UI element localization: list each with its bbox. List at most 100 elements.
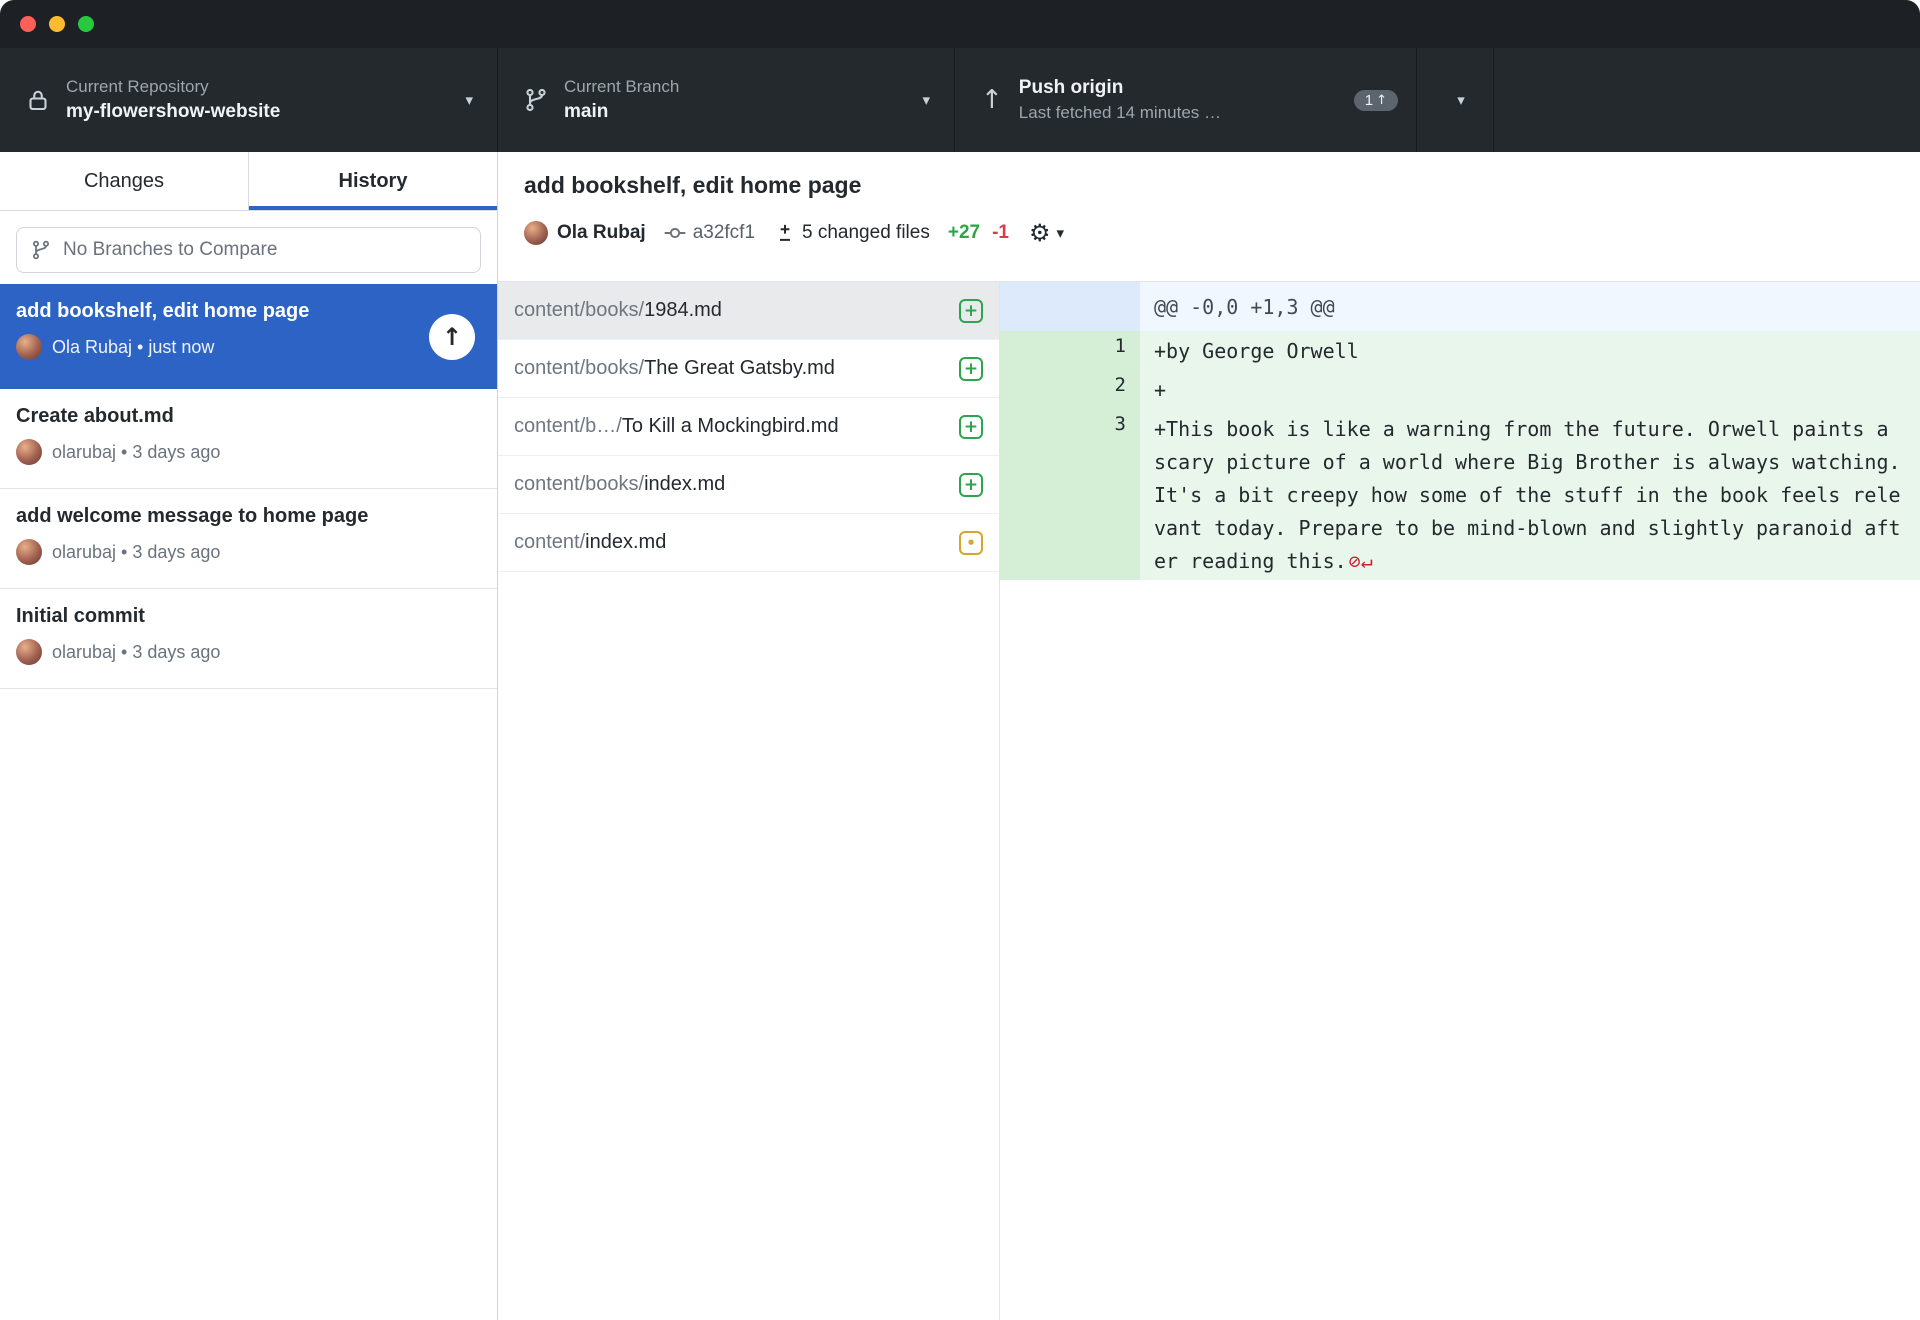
branch-compare-input[interactable]: No Branches to Compare: [16, 227, 481, 273]
commit-title: Create about.md: [16, 405, 427, 428]
deletions-count: -1: [992, 222, 1009, 244]
file-dir: content/books/: [514, 473, 644, 495]
gear-icon: ⚙: [1029, 219, 1051, 247]
push-origin-title: Push origin: [1019, 77, 1344, 99]
git-commit-icon: [664, 222, 686, 244]
file-row[interactable]: content/books/The Great Gatsby.md +: [498, 340, 999, 398]
diff-line-added: 2 +: [1000, 370, 1920, 409]
arrow-up-icon: ↑: [442, 323, 462, 351]
file-added-icon: +: [959, 473, 983, 497]
push-origin-button[interactable]: ↑ Push origin Last fetched 14 minutes … …: [955, 48, 1417, 152]
unpushed-count-badge: 1 ↑: [1354, 90, 1398, 111]
file-name: The Great Gatsby.md: [644, 357, 835, 379]
file-dir: content/books/: [514, 299, 644, 321]
git-branch-icon: [31, 240, 51, 260]
commit-list-item[interactable]: Initial commit olarubaj • 3 days ago: [0, 589, 497, 689]
diff-line-text: +: [1140, 370, 1920, 409]
zoom-window-button[interactable]: [78, 16, 94, 32]
changed-files-list: content/books/1984.md + content/books/Th…: [498, 282, 1000, 1320]
toolbar-empty-space: [1494, 48, 1920, 152]
toolbar: Current Repository my-flowershow-website…: [0, 48, 1920, 152]
new-line-number: 3: [1060, 409, 1140, 580]
commit-byline: olarubaj • 3 days ago: [52, 542, 220, 563]
commit-detail-header: add bookshelf, edit home page Ola Rubaj …: [498, 152, 1920, 282]
commit-list-item[interactable]: add bookshelf, edit home page Ola Rubaj …: [0, 284, 497, 389]
file-name: index.md: [644, 473, 725, 495]
file-added-icon: +: [959, 415, 983, 439]
git-branch-icon: [524, 88, 548, 112]
branch-compare-placeholder: No Branches to Compare: [63, 239, 277, 261]
chevron-down-icon: ▾: [922, 91, 930, 109]
diff-hunk-text: @@ -0,0 +1,3 @@: [1140, 282, 1920, 331]
avatar: [16, 639, 42, 665]
avatar: [16, 539, 42, 565]
file-modified-icon: •: [959, 531, 983, 555]
diff-viewer: @@ -0,0 +1,3 @@ 1 +by George Orwell 2 +: [1000, 282, 1920, 1320]
old-line-number: [1000, 331, 1060, 370]
additions-count: +27: [948, 222, 980, 244]
diff-options-button[interactable]: ⚙ ▾: [1029, 219, 1064, 247]
diff-line-added: 3 +This book is like a warning from the …: [1000, 409, 1920, 580]
commit-detail-panel: add bookshelf, edit home page Ola Rubaj …: [498, 152, 1920, 1320]
file-name: index.md: [585, 531, 666, 553]
old-line-number: [1000, 370, 1060, 409]
commit-detail-title: add bookshelf, edit home page: [524, 172, 1920, 199]
diff-hunk-gutter: [1000, 282, 1140, 331]
file-name: 1984.md: [644, 299, 722, 321]
commit-list-item[interactable]: add welcome message to home page olaruba…: [0, 489, 497, 589]
file-row[interactable]: content/books/index.md +: [498, 456, 999, 514]
sidebar-tabs: Changes History: [0, 152, 497, 211]
commit-title: add welcome message to home page: [16, 505, 427, 528]
chevron-down-icon: ▾: [1457, 91, 1465, 109]
current-repository-value: my-flowershow-website: [66, 101, 453, 123]
push-origin-subtitle: Last fetched 14 minutes …: [1019, 103, 1344, 123]
file-row[interactable]: content/index.md •: [498, 514, 999, 572]
commit-byline: olarubaj • 3 days ago: [52, 442, 220, 463]
commit-sha: a32fcf1: [693, 222, 755, 244]
lock-icon: [26, 88, 50, 112]
current-branch-value: main: [564, 101, 910, 123]
no-newline-icon: ⊘↵: [1349, 549, 1373, 573]
commit-byline: Ola Rubaj • just now: [52, 337, 214, 358]
diff-line-text: +This book is like a warning from the fu…: [1140, 409, 1920, 580]
avatar: [16, 334, 42, 360]
diff-hunk-header: @@ -0,0 +1,3 @@: [1000, 282, 1920, 331]
current-branch-button[interactable]: Current Branch main ▾: [498, 48, 955, 152]
old-line-number: [1000, 409, 1060, 580]
unpushed-commit-indicator[interactable]: ↑: [429, 314, 475, 360]
arrow-up-icon: ↑: [1376, 93, 1387, 108]
close-window-button[interactable]: [20, 16, 36, 32]
push-options-dropdown[interactable]: ▾: [1417, 48, 1494, 152]
diff-line-text: +This book is like a warning from the fu…: [1154, 417, 1913, 573]
app-window: Current Repository my-flowershow-website…: [0, 0, 1920, 1320]
sidebar: Changes History No Branches to Compare a…: [0, 152, 498, 1320]
diff-line-text: +by George Orwell: [1140, 331, 1920, 370]
unpushed-count: 1: [1365, 92, 1373, 109]
commit-byline: olarubaj • 3 days ago: [52, 642, 220, 663]
chevron-down-icon: ▾: [1057, 224, 1065, 242]
current-repository-button[interactable]: Current Repository my-flowershow-website…: [0, 48, 498, 152]
commit-author: Ola Rubaj: [557, 222, 646, 244]
file-dir: content/b…/: [514, 415, 622, 437]
file-dir: content/: [514, 531, 585, 553]
diff-icon: [775, 223, 795, 243]
avatar: [16, 439, 42, 465]
file-name: To Kill a Mockingbird.md: [622, 415, 839, 437]
new-line-number: 2: [1060, 370, 1140, 409]
file-row[interactable]: content/b…/To Kill a Mockingbird.md +: [498, 398, 999, 456]
file-dir: content/books/: [514, 357, 644, 379]
commit-history-list: add bookshelf, edit home page Ola Rubaj …: [0, 284, 497, 1320]
commit-title: add bookshelf, edit home page: [16, 300, 427, 323]
tab-changes[interactable]: Changes: [0, 152, 249, 210]
diff-line-added: 1 +by George Orwell: [1000, 331, 1920, 370]
file-row[interactable]: content/books/1984.md +: [498, 282, 999, 340]
commit-title: Initial commit: [16, 605, 427, 628]
minimize-window-button[interactable]: [49, 16, 65, 32]
file-added-icon: +: [959, 299, 983, 323]
commit-list-item[interactable]: Create about.md olarubaj • 3 days ago: [0, 389, 497, 489]
titlebar: [0, 0, 1920, 48]
new-line-number: 1: [1060, 331, 1140, 370]
tab-history[interactable]: History: [249, 152, 497, 210]
changed-files-count: 5 changed files: [802, 222, 930, 244]
file-added-icon: +: [959, 357, 983, 381]
